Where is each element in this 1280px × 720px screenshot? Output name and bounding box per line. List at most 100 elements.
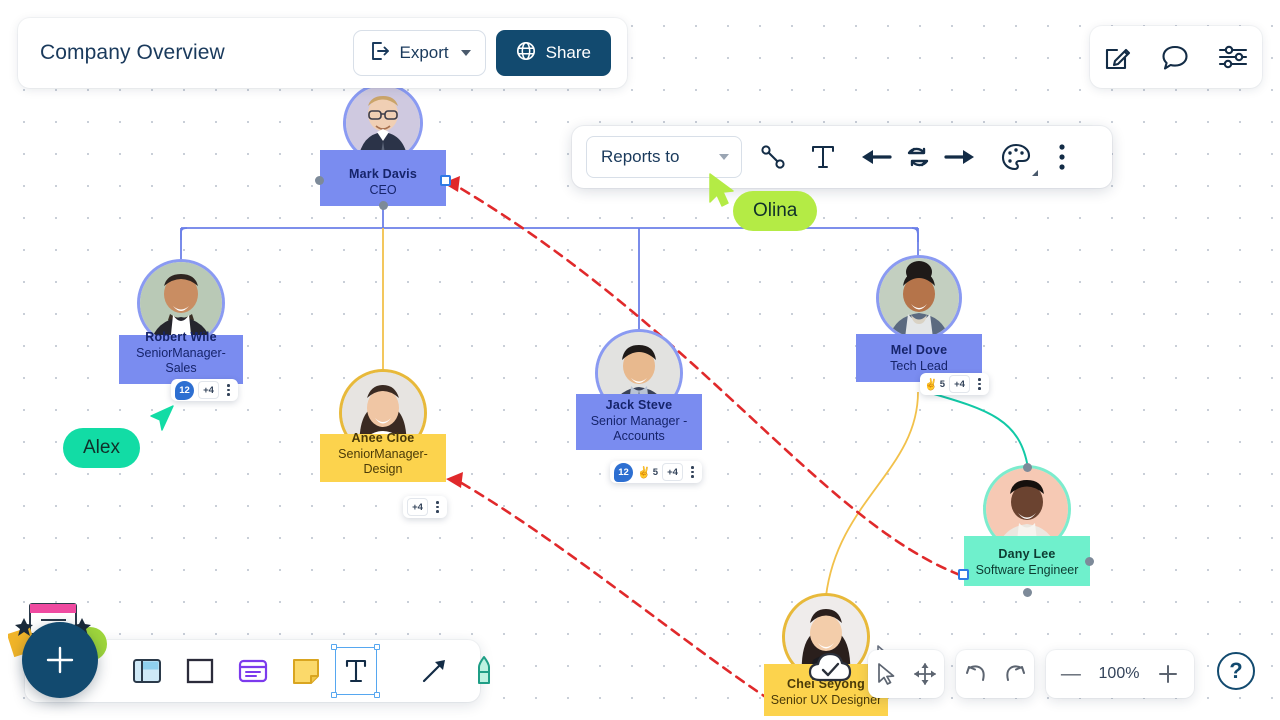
node-name: Mel Dove	[890, 343, 948, 357]
chevron-down-icon	[460, 50, 471, 56]
node-mel-dove[interactable]: Mel Dove Tech Lead ✌ 5 +4	[856, 258, 989, 395]
node-card[interactable]: Mark Davis CEO	[320, 150, 446, 206]
pointer-tool-group	[868, 650, 944, 698]
export-button[interactable]: Export	[353, 30, 486, 76]
node-name: Robert Wile	[145, 330, 217, 344]
node-role: Senior Manager -	[590, 414, 688, 428]
node-more-icon[interactable]	[687, 466, 698, 478]
node-card[interactable]: Anee Cloe SeniorManager- Design	[320, 431, 446, 482]
share-button[interactable]: Share	[495, 30, 611, 76]
node-role: Software Engineer	[975, 563, 1079, 577]
chevron-down-icon	[719, 154, 729, 160]
node-badges[interactable]: ✌ 5 +4	[920, 373, 989, 395]
arrow-left-icon[interactable]	[860, 146, 892, 168]
cursor-pointer-alex	[141, 404, 177, 444]
node-role-line2: Design	[363, 462, 403, 476]
node-role: CEO	[369, 183, 397, 197]
node-role: SeniorManager-	[338, 447, 428, 461]
zoom-out-button[interactable]: —	[1061, 664, 1081, 684]
resize-handle-top[interactable]	[1023, 463, 1032, 472]
export-icon	[370, 41, 390, 66]
resize-handle-bottom[interactable]	[1023, 588, 1032, 597]
cursor-label-alex: Alex	[63, 428, 140, 468]
edit-icon[interactable]	[1103, 42, 1133, 72]
zoom-in-button[interactable]	[1157, 663, 1179, 685]
add-button[interactable]	[22, 622, 98, 698]
resize-handle-left[interactable]	[315, 176, 324, 185]
comment-icon[interactable]	[1160, 42, 1190, 72]
export-label: Export	[399, 43, 449, 62]
node-mark-davis[interactable]: Mark Davis CEO	[315, 86, 451, 210]
node-badges[interactable]: 12 +4	[171, 379, 238, 401]
relation-type-value: Reports to	[601, 147, 680, 166]
arrow-tool-icon[interactable]	[419, 656, 449, 686]
shape-tool-icon[interactable]	[185, 656, 215, 686]
victory-hand-icon: ✌	[924, 378, 938, 391]
color-palette-icon[interactable]	[1000, 142, 1038, 176]
node-role: SeniorManager- Sales	[136, 346, 226, 375]
header-tool-group	[1090, 26, 1262, 88]
node-more-icon[interactable]	[223, 384, 234, 396]
reaction-badge[interactable]: ✌ 5	[924, 378, 945, 391]
globe-icon	[516, 41, 536, 66]
node-robert-wile[interactable]: Robert Wile SeniorManager- Sales 12 +4	[119, 262, 243, 401]
text-icon[interactable]	[810, 142, 836, 172]
undo-icon[interactable]	[964, 663, 988, 685]
card-tool-icon[interactable]	[237, 656, 269, 686]
node-name: Anee Cloe	[351, 431, 415, 445]
more-reactions-badge[interactable]: +4	[407, 498, 428, 516]
avatar	[879, 258, 959, 338]
node-name: Mark Davis	[348, 167, 417, 181]
cursor-label-olina: Olina	[733, 191, 818, 231]
node-jack-steve[interactable]: Jack Steve Senior Manager - Accounts 12 …	[576, 332, 702, 483]
resize-handle-right[interactable]	[1085, 557, 1094, 566]
reaction-count: 5	[652, 466, 658, 478]
whiteboard-canvas[interactable]: Mark Davis CEO Robert Wile SeniorManager…	[0, 0, 1280, 720]
share-label: Share	[545, 43, 591, 62]
connector-handle-right[interactable]	[440, 175, 451, 186]
zoom-level-label: 100%	[1098, 665, 1140, 682]
node-name: Jack Steve	[605, 398, 673, 412]
node-role-line2: Accounts	[613, 429, 665, 443]
node-card[interactable]: Robert Wile SeniorManager- Sales	[119, 330, 243, 384]
text-tool-icon[interactable]	[331, 644, 380, 698]
more-reactions-badge[interactable]: +4	[662, 463, 683, 481]
more-vertical-icon[interactable]	[1058, 143, 1066, 171]
victory-hand-icon: ✌	[637, 466, 651, 479]
resize-handle-bottom[interactable]	[379, 201, 388, 210]
sticky-note-tool-icon[interactable]	[291, 656, 321, 686]
palette-expand-corner	[1032, 170, 1038, 176]
comment-count-badge[interactable]: 12	[175, 380, 194, 400]
frame-tool-icon[interactable]	[131, 655, 163, 687]
arrow-swap-icon[interactable]	[904, 144, 932, 170]
line-style-icon[interactable]	[758, 142, 788, 172]
redo-icon[interactable]	[1003, 663, 1027, 685]
node-badges[interactable]: +4	[403, 496, 447, 518]
more-reactions-badge[interactable]: +4	[198, 381, 219, 399]
settings-sliders-icon[interactable]	[1217, 42, 1249, 72]
cloud-check-icon	[808, 650, 852, 684]
node-badges[interactable]: 12 ✌ 5 +4	[610, 461, 702, 483]
history-group	[956, 650, 1034, 698]
select-cursor-icon[interactable]	[876, 662, 898, 686]
marker-tool-icon[interactable]	[471, 655, 497, 687]
page-title: Company Overview	[40, 41, 225, 64]
node-name: Dany Lee	[998, 547, 1056, 561]
node-more-icon[interactable]	[974, 378, 985, 390]
pan-move-icon[interactable]	[913, 662, 937, 686]
node-card[interactable]: Dany Lee Software Engineer	[964, 536, 1090, 586]
node-role: Tech Lead	[890, 359, 948, 373]
arrow-right-icon[interactable]	[944, 146, 976, 168]
connector-handle-left[interactable]	[958, 569, 969, 580]
node-card[interactable]: Jack Steve Senior Manager - Accounts	[576, 394, 702, 450]
more-reactions-badge[interactable]: +4	[949, 375, 970, 393]
node-more-icon[interactable]	[432, 501, 443, 513]
comment-count-badge[interactable]: 12	[614, 462, 633, 482]
node-anee-cloe[interactable]: Anee Cloe SeniorManager- Design +4	[320, 372, 447, 518]
avatar	[346, 86, 420, 160]
help-button[interactable]: ?	[1217, 652, 1255, 690]
edge-format-toolbar: Reports to	[572, 126, 1112, 188]
zoom-group: — 100%	[1046, 650, 1194, 698]
node-dany-lee[interactable]: Dany Lee Software Engineer	[958, 463, 1094, 597]
reaction-badge[interactable]: ✌ 5	[637, 466, 658, 479]
